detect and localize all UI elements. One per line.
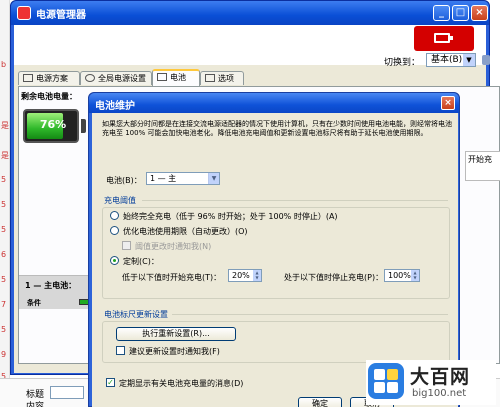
bg-char: 6 — [1, 250, 7, 259]
bg-char: b — [1, 60, 7, 69]
bg-char: 9 — [1, 350, 7, 359]
battery-select[interactable]: 1 — 主 ▼ — [146, 172, 220, 185]
optimize-label: 优化电池使用期限（自动更改）(O) — [123, 227, 248, 236]
stop-charge-label: 处于以下值时停止充电(P)： — [284, 273, 384, 282]
power-manager-app-icon — [17, 6, 31, 20]
power-plan-icon — [23, 74, 33, 82]
battery-select-label: 电池(B)： — [106, 176, 142, 185]
bg-char: 是 — [1, 151, 9, 160]
bg-char: 5 — [1, 200, 7, 209]
minimize-button[interactable]: _ — [433, 5, 450, 21]
tab-power-plan[interactable]: 电源方案 — [18, 71, 80, 85]
bg-title-select[interactable] — [50, 386, 84, 399]
threshold-section-title: 充电阈值 — [104, 196, 136, 205]
custom-label: 定制(C)： — [123, 257, 159, 266]
dialog-titlebar[interactable]: 电池维护 × — [89, 93, 459, 113]
battery-terminal — [81, 119, 86, 133]
gear-icon — [85, 74, 95, 82]
gauge-section-title: 电池标尺更新设置 — [104, 310, 168, 319]
switch-label: 切换到： — [384, 58, 421, 68]
condition-label: 条件 — [27, 299, 41, 307]
section-divider — [172, 314, 448, 315]
custom-radio[interactable] — [110, 256, 119, 265]
partial-text-field: 开始充 — [465, 151, 500, 181]
tab-global-power-settings[interactable]: 全局电源设置 — [80, 71, 152, 85]
background-page-left-strip: b 是 是 5 5 5 6 5 7 5 9 5 — [0, 0, 10, 407]
show-message-label: 定期显示有关电池充电量的消息(D) — [119, 379, 244, 388]
bg-char: 5 — [1, 225, 7, 234]
watermark-url: big100.net — [412, 388, 467, 399]
ok-button[interactable]: 确定 — [298, 397, 342, 407]
bg-char: 7 — [1, 300, 7, 309]
brand-logo-icon — [368, 363, 404, 399]
mode-switch-value: 基本(B) — [431, 55, 463, 65]
mode-switch-select[interactable]: 基本(B) ▼ — [426, 53, 476, 67]
reset-gauge-button[interactable]: 执行重新设置(R)... — [116, 327, 236, 341]
tab-options[interactable]: 选项 — [200, 71, 244, 85]
checklist-icon — [205, 74, 215, 82]
bg-char: 5 — [1, 325, 7, 334]
battery-gauge: 76% — [23, 109, 79, 143]
bg-char: 是 — [1, 121, 9, 130]
always-full-label: 始终完全充电（低于 96% 时开始；处于 100% 时停止）(A) — [123, 212, 338, 221]
section-divider — [142, 200, 448, 201]
notify-reset-label: 建议更新设置时通知我(F) — [129, 347, 220, 356]
chevron-down-icon: ▼ — [463, 54, 475, 66]
start-charge-label: 低于以下值时开始充电(T)： — [122, 273, 222, 282]
help-icon[interactable] — [482, 55, 490, 65]
start-charge-stepper[interactable]: 20% ▲ ▼ — [228, 269, 262, 282]
tab-battery[interactable]: 电池 — [152, 69, 200, 86]
spin-arrows-icon[interactable]: ▲ ▼ — [253, 270, 261, 281]
battery-percent: 76% — [39, 118, 67, 131]
notify-change-label: 阈值更改时通知我(N) — [135, 242, 212, 251]
show-message-checkbox[interactable]: ✓ — [106, 378, 115, 387]
watermark: 大百网 big100.net — [366, 360, 496, 405]
bg-char: 5 — [1, 275, 7, 284]
bg-content-label: 内容 — [26, 402, 45, 407]
dialog-close-button[interactable]: × — [441, 96, 455, 110]
notify-change-checkbox[interactable] — [122, 241, 131, 250]
notify-reset-checkbox[interactable] — [116, 346, 125, 355]
power-manager-titlebar[interactable]: 电源管理器 _ □ × — [11, 1, 489, 25]
chevron-down-icon: ▼ — [208, 173, 219, 184]
bg-char: 5 — [1, 175, 7, 184]
main-battery-panel: 1 — 主电池： 条件 — [19, 275, 99, 309]
dialog-intro-text: 如果您大部分时间都是在连接交流电源适配器的情况下使用计算机，只有在少数时间使用电… — [102, 120, 452, 137]
close-button[interactable]: × — [471, 5, 488, 21]
watermark-brand: 大百网 — [410, 366, 471, 388]
optimize-radio[interactable] — [110, 226, 119, 235]
battery-logo-icon — [414, 26, 474, 51]
main-battery-label: 1 — 主电池： — [25, 281, 77, 290]
spin-arrows-icon[interactable]: ▲ ▼ — [411, 270, 419, 281]
always-full-radio[interactable] — [110, 211, 119, 220]
maximize-button[interactable]: □ — [452, 5, 469, 21]
battery-icon — [157, 73, 167, 81]
remaining-charge-label: 剩余电池电量： — [21, 92, 77, 101]
power-manager-header: 切换到： 基本(B) ▼ — [14, 25, 490, 68]
dialog-title: 电池维护 — [95, 101, 135, 112]
stop-charge-stepper[interactable]: 100% ▲ ▼ — [384, 269, 420, 282]
power-manager-title: 电源管理器 — [36, 10, 86, 21]
